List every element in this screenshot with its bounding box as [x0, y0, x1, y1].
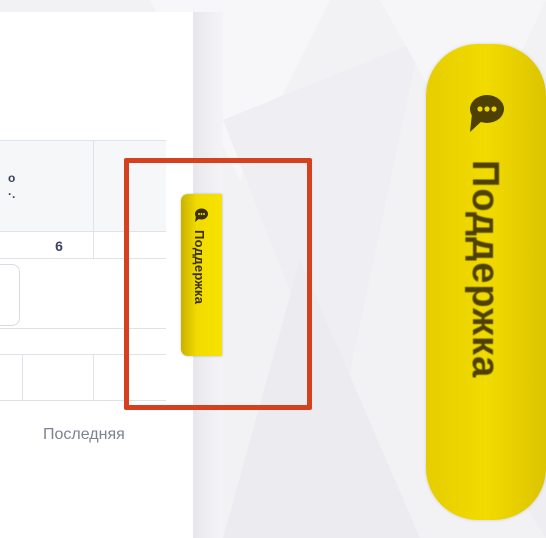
table-column-divider	[93, 140, 94, 258]
chat-bubble-icon	[470, 95, 504, 132]
support-tab-zoomed[interactable]: Поддержка	[426, 44, 546, 520]
table-column-number: 6	[55, 238, 63, 254]
table-column-divider	[93, 354, 94, 400]
support-tab-zoomed-label: Поддержка	[464, 160, 506, 379]
table-header-fragment: о ·.	[8, 171, 16, 201]
highlight-box	[124, 158, 312, 410]
table-cell-input[interactable]	[0, 264, 20, 326]
table-border-top	[0, 140, 166, 141]
table-column-divider	[22, 354, 23, 400]
pagination-last-link[interactable]: Последняя	[43, 426, 125, 444]
